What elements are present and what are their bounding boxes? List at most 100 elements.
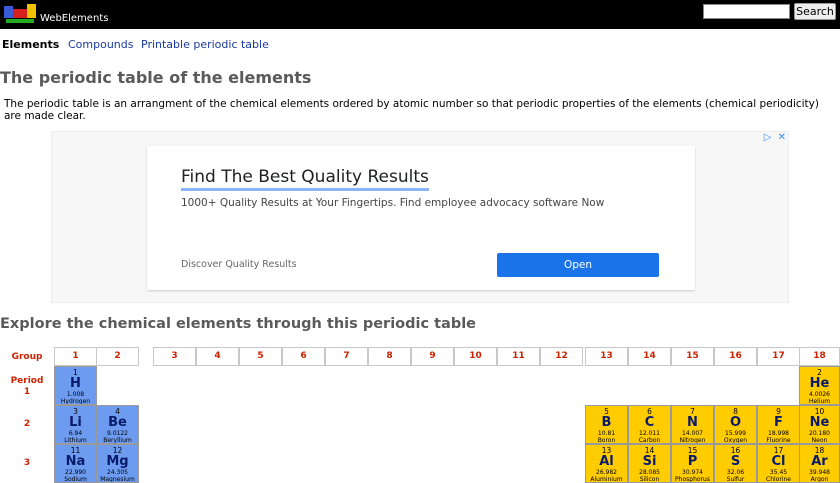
- element-sym: P: [687, 454, 698, 469]
- element-name: Sodium: [64, 476, 87, 483]
- site-name[interactable]: WebElements: [40, 13, 108, 25]
- element-sym: N: [687, 415, 698, 430]
- element-cell-cl[interactable]: 17 Cl 35.45 Chlorine: [757, 444, 800, 483]
- search-input[interactable]: [703, 4, 790, 19]
- element-name: Phosphorus: [675, 476, 710, 483]
- element-cell-si[interactable]: 14 Si 28.085 Silicon: [628, 444, 671, 483]
- element-cell-mg[interactable]: 12 Mg 24.305 Magnesium: [96, 444, 139, 483]
- element-sym: Cl: [771, 454, 786, 469]
- element-cell-s[interactable]: 16 S 32.06 Sulfur: [714, 444, 757, 483]
- ad-container: ▷ ✕ Find The Best Quality Results 1000+ …: [51, 131, 789, 303]
- ad-open-button[interactable]: Open: [497, 253, 659, 277]
- element-name: Boron: [597, 437, 616, 444]
- adchoices-icon[interactable]: ▷: [764, 132, 772, 143]
- group-header-8[interactable]: 8: [368, 347, 411, 366]
- close-icon[interactable]: ✕: [778, 132, 786, 143]
- element-cell-f[interactable]: 9 F 18.998 Fluorine: [757, 405, 800, 444]
- element-wt: 28.085: [639, 469, 660, 476]
- group-header-1[interactable]: 1: [54, 347, 97, 366]
- element-wt: 22.990: [65, 469, 86, 476]
- element-cell-c[interactable]: 6 C 12.011 Carbon: [628, 405, 671, 444]
- element-wt: 6.94: [68, 430, 83, 437]
- ad-display-url[interactable]: Discover Quality Results: [181, 259, 297, 271]
- element-name: Beryllium: [103, 437, 132, 444]
- element-wt: 15.999: [725, 430, 746, 437]
- element-name: Fluorine: [766, 437, 791, 444]
- element-sym: O: [729, 415, 742, 430]
- element-name: Neon: [811, 437, 828, 444]
- group-header-2[interactable]: 2: [96, 347, 139, 366]
- period-word: Period: [10, 376, 44, 386]
- element-cell-na[interactable]: 11 Na 22.990 Sodium: [54, 444, 97, 483]
- group-header-9[interactable]: 9: [411, 347, 454, 366]
- element-wt: 1.008: [66, 391, 85, 398]
- element-name: Lithium: [64, 437, 87, 444]
- group-header-11[interactable]: 11: [497, 347, 540, 366]
- group-header-16[interactable]: 16: [714, 347, 757, 366]
- element-name: Aluminium: [590, 476, 623, 483]
- nav-elements[interactable]: Elements: [2, 38, 59, 52]
- element-sym: F: [774, 415, 783, 430]
- ad-icons[interactable]: ▷ ✕: [764, 132, 786, 143]
- page-title: The periodic table of the elements: [0, 68, 312, 87]
- nav-printable-periodic-table[interactable]: Printable periodic table: [141, 38, 269, 52]
- element-cell-al[interactable]: 13 Al 26.982 Aluminium: [585, 444, 628, 483]
- element-wt: 20.180: [809, 430, 830, 437]
- element-wt: 18.998: [768, 430, 789, 437]
- element-name: Silicon: [639, 476, 660, 483]
- period-label-3[interactable]: 3: [0, 458, 54, 469]
- element-sym: Mg: [106, 454, 129, 469]
- element-sym: Ar: [811, 454, 828, 469]
- element-wt: 24.305: [107, 469, 128, 476]
- element-name: Magnesium: [100, 476, 135, 483]
- group-header-5[interactable]: 5: [239, 347, 282, 366]
- group-header-14[interactable]: 14: [628, 347, 671, 366]
- group-header-6[interactable]: 6: [282, 347, 325, 366]
- element-name: Oxygen: [723, 437, 748, 444]
- element-sym: C: [644, 415, 655, 430]
- group-header-13[interactable]: 13: [585, 347, 628, 366]
- period-number: 1: [23, 387, 31, 397]
- element-cell-li[interactable]: 3 Li 6.94 Lithium: [54, 405, 97, 444]
- element-sym: Li: [69, 415, 82, 430]
- element-cell-n[interactable]: 7 N 14.007 Nitrogen: [671, 405, 714, 444]
- element-cell-h[interactable]: 1 H 1.008 Hydrogen: [54, 366, 97, 405]
- element-name: Nitrogen: [679, 437, 706, 444]
- element-cell-b[interactable]: 5 B 10.81 Boron: [585, 405, 628, 444]
- group-header-12[interactable]: 12: [540, 347, 583, 366]
- group-label: Group: [11, 352, 43, 362]
- element-wt: 9.0122: [107, 430, 128, 437]
- element-sym: Si: [642, 454, 657, 469]
- group-header-17[interactable]: 17: [757, 347, 800, 366]
- group-header-10[interactable]: 10: [454, 347, 497, 366]
- intro-text: The periodic table is an arrangment of t…: [4, 98, 819, 122]
- element-cell-o[interactable]: 8 O 15.999 Oxygen: [714, 405, 757, 444]
- ad-card[interactable]: Find The Best Quality Results 1000+ Qual…: [147, 146, 695, 290]
- search-button[interactable]: Search: [794, 3, 836, 20]
- group-header-15[interactable]: 15: [671, 347, 714, 366]
- element-cell-be[interactable]: 4 Be 9.0122 Beryllium: [96, 405, 139, 444]
- webelements-logo-icon[interactable]: [4, 4, 36, 24]
- ad-description: 1000+ Quality Results at Your Fingertips…: [181, 197, 605, 209]
- element-cell-ne[interactable]: 10 Ne 20.180 Neon: [799, 405, 840, 444]
- element-cell-he[interactable]: 2 He 4.0026 Helium: [799, 366, 840, 405]
- top-bar: WebElements Search: [0, 0, 840, 29]
- element-sym: Na: [65, 454, 86, 469]
- group-header-3[interactable]: 3: [153, 347, 196, 366]
- element-sym: Ne: [809, 415, 830, 430]
- ad-headline[interactable]: Find The Best Quality Results: [181, 166, 429, 191]
- group-header-7[interactable]: 7: [325, 347, 368, 366]
- element-name: Argon: [810, 476, 829, 483]
- element-wt: 35.45: [769, 469, 788, 476]
- nav-compounds[interactable]: Compounds: [68, 38, 134, 52]
- element-cell-p[interactable]: 15 P 30.974 Phosphorus: [671, 444, 714, 483]
- group-header-18[interactable]: 18: [799, 347, 840, 366]
- element-wt: 30.974: [682, 469, 703, 476]
- element-sym: S: [730, 454, 741, 469]
- period-label-1[interactable]: Period 1: [0, 376, 54, 398]
- element-sym: He: [809, 376, 830, 391]
- element-wt: 39.948: [809, 469, 830, 476]
- element-cell-ar[interactable]: 18 Ar 39.948 Argon: [799, 444, 840, 483]
- period-label-2[interactable]: 2: [0, 419, 54, 430]
- group-header-4[interactable]: 4: [196, 347, 239, 366]
